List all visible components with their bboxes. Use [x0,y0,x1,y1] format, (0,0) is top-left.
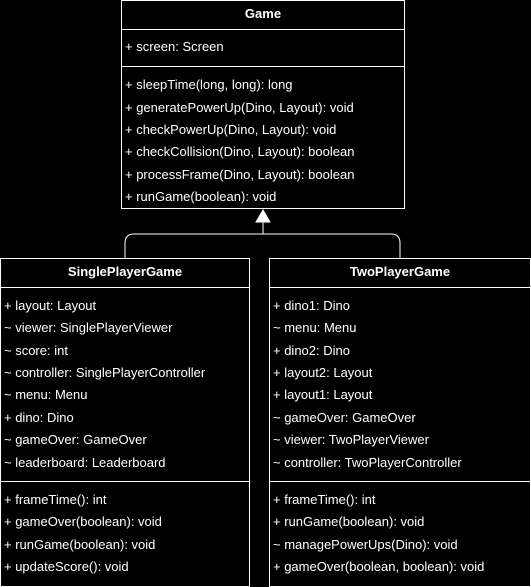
attribute: ~ gameOver: GameOver [273,410,416,425]
attribute: + dino1: Dino [273,298,350,313]
attribute: + dino2: Dino [273,343,350,358]
class-single-player-game: SinglePlayerGame + layout: Layout ~ view… [0,258,250,587]
method: + sleepTime(long, long): long [125,77,293,92]
attribute: ~ viewer: SinglePlayerViewer [4,320,173,335]
attribute: ~ leaderboard: Leaderboard [4,455,166,470]
methods-section: + frameTime(): int + runGame(boolean): v… [270,482,530,586]
attribute: + layout1: Layout [273,387,373,402]
method: + processFrame(Dino, Layout): boolean [125,167,355,182]
method: + frameTime(): int [273,492,376,507]
attributes-section: + screen: Screen [122,30,404,67]
attribute: + layout2: Layout [273,365,373,380]
method: + checkPowerUp(Dino, Layout): void [125,122,337,137]
generalization-line-two [263,233,401,258]
method: + runGame(boolean): void [4,537,156,552]
method: + checkCollision(Dino, Layout): boolean [125,144,355,159]
method: ~ managePowerUps(Dino): void [273,537,458,552]
generalization-arrowhead [255,209,271,223]
class-name: TwoPlayerGame [270,259,530,288]
method: + gameOver(boolean, boolean): void [273,559,485,574]
generalization-line-single [124,222,264,258]
method: + generatePowerUp(Dino, Layout): void [125,100,354,115]
attribute: + layout: Layout [4,298,97,313]
attribute: ~ menu: Menu [4,387,88,402]
attribute: + screen: Screen [125,39,224,54]
class-game: Game + screen: Screen + sleepTime(long, … [121,0,405,209]
methods-section: + frameTime(): int + gameOver(boolean): … [1,482,249,586]
class-name: Game [122,1,404,30]
attributes-section: + dino1: Dino ~ menu: Menu + dino2: Dino… [270,288,530,482]
method: + frameTime(): int [4,492,107,507]
attribute: + dino: Dino [4,410,74,425]
method: + runGame(boolean): void [273,514,425,529]
methods-section: + sleepTime(long, long): long + generate… [122,67,404,208]
attribute: ~ menu: Menu [273,320,357,335]
attribute: ~ controller: SinglePlayerController [4,365,206,380]
attribute: ~ viewer: TwoPlayerViewer [273,432,429,447]
method: + updateScore(): void [4,559,129,574]
method: + runGame(boolean): void [125,189,277,204]
attribute: ~ controller: TwoPlayerController [273,455,462,470]
attributes-section: + layout: Layout ~ viewer: SinglePlayerV… [1,288,249,482]
attribute: ~ score: int [4,343,68,358]
class-name: SinglePlayerGame [1,259,249,288]
class-two-player-game: TwoPlayerGame + dino1: Dino ~ menu: Menu… [269,258,531,587]
attribute: ~ gameOver: GameOver [4,432,147,447]
method: + gameOver(boolean): void [4,514,162,529]
